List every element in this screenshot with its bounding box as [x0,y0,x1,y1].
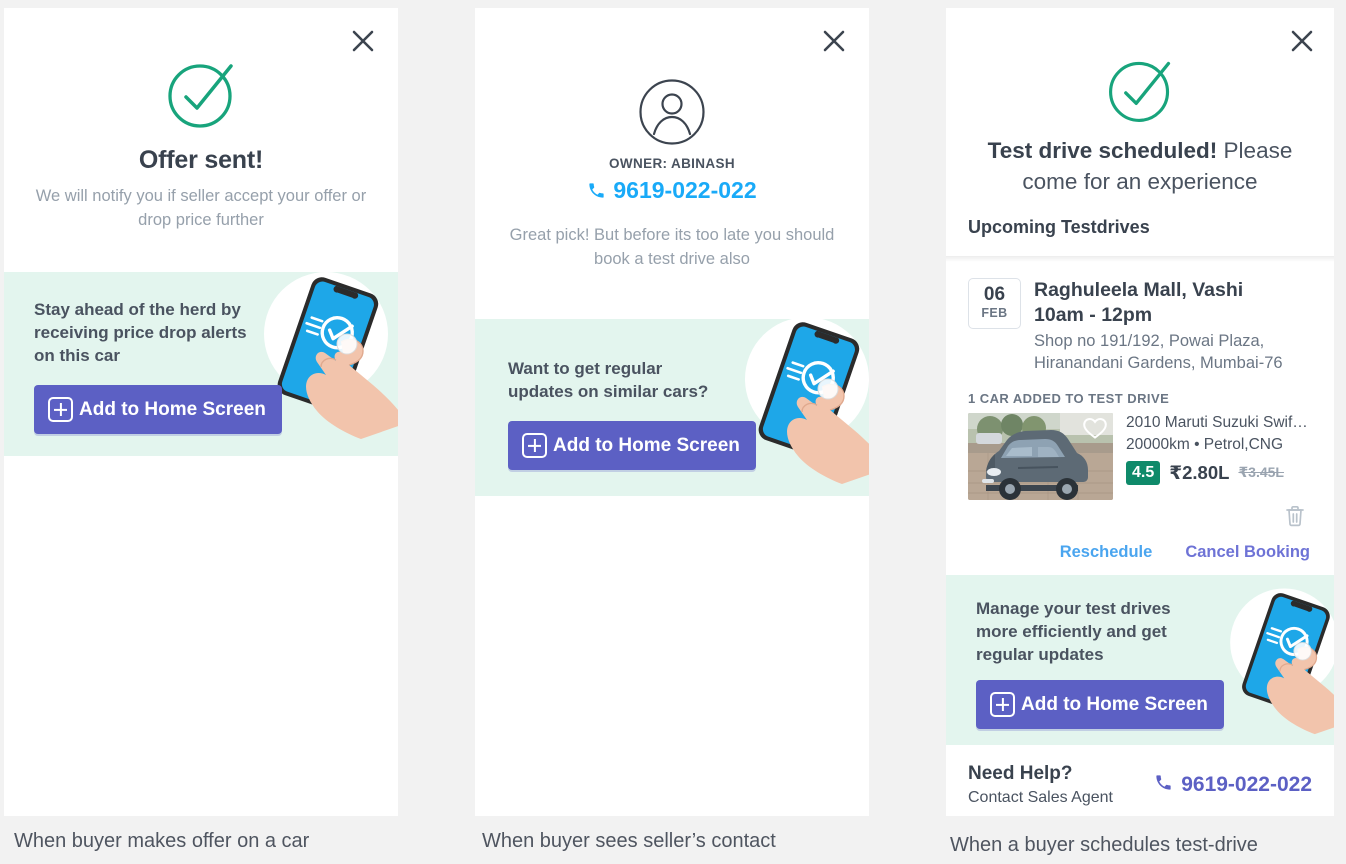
green-check-circle-icon [946,54,1334,128]
testdrive-time: 10am - 12pm [1034,304,1153,327]
sales-agent-phone-link[interactable]: 9619-022-022 [1154,773,1312,798]
section-divider [946,256,1334,263]
promo-banner: Stay ahead of the herd by receiving pric… [4,272,398,456]
phone-icon [587,181,606,200]
testdrive-actions: Reschedule Cancel Booking [946,543,1334,562]
cancel-booking-link[interactable]: Cancel Booking [1185,543,1310,562]
add-to-home-screen-button[interactable]: Add to Home Screen [508,421,756,471]
owner-phone-link[interactable]: 9619-022-022 [475,177,869,204]
testdrive-date-day: 06 [983,284,1006,306]
caption-panel-1: When buyer makes offer on a car [14,830,310,852]
add-box-icon [48,397,73,423]
promo-banner: Manage your test drives more efficiently… [946,575,1334,745]
close-icon[interactable] [1285,24,1319,58]
owner-phone-number: 9619-022-022 [613,177,757,203]
hero-subtitle: Great pick! But before its too late you … [509,226,835,268]
panel-offer-sent: Offer sent! We will notify you if seller… [4,8,398,816]
panel-test-drive-scheduled: Test drive scheduled! Please come for an… [946,8,1334,816]
heart-icon[interactable] [1082,416,1108,445]
caption-panel-2: When buyer sees seller’s contact [482,830,776,852]
car-price-line: 4.5 ₹2.80L ₹3.45L [1126,461,1312,485]
phone-icon [1154,773,1173,798]
car-price: ₹2.80L [1169,461,1230,483]
car-price-original: ₹3.45L [1238,464,1284,481]
add-box-icon [990,692,1015,718]
hand-holding-phone-illustration [1206,585,1334,735]
reschedule-link[interactable]: Reschedule [1060,543,1153,562]
page-title: Offer sent! [138,146,264,174]
car-info: 2010 Maruti Suzuki Swift XLI... 20000km … [1126,413,1312,500]
add-to-home-screen-label: Add to Home Screen [79,398,266,420]
table-row: 2010 Maruti Suzuki Swift XLI... 20000km … [946,412,1334,500]
testdrive-venue: Raghuleela Mall, Vashi [1034,279,1244,302]
hero-test-drive: Test drive scheduled! Please come for an… [946,136,1334,197]
screenshot-stage: Offer sent! We will notify you if seller… [0,0,1346,864]
rating-badge: 4.5 [1126,461,1161,485]
trash-icon[interactable] [1284,504,1306,533]
car-name: 2010 Maruti Suzuki Swift XLI... [1126,413,1312,431]
section-title-upcoming-testdrives: Upcoming Testdrives [968,217,1150,238]
hero-subtitle: We will notify you if seller accept your… [35,187,367,229]
testdrive-address-line-2: Hiranandani Gardens, Mumbai-76 [1034,354,1283,373]
person-avatar-icon [475,78,869,146]
page-title: Test drive scheduled! Please come for an… [976,136,1304,197]
owner-label: OWNER: ABINASH [609,156,735,171]
add-to-home-screen-button[interactable]: Add to Home Screen [34,385,282,435]
panel-seller-contact: OWNER: ABINASH 9619-022-022 Great pick! … [475,8,869,816]
promo-text: Want to get regular updates on similar c… [508,359,709,402]
promo-banner: Want to get regular updates on similar c… [475,317,869,496]
car-delete-row [946,504,1334,533]
close-icon[interactable] [346,24,380,58]
testdrive-booking-row: 06 FEB Raghuleela Mall, Vashi 10am - 12p… [946,278,1334,375]
add-box-icon [522,433,547,459]
testdrive-date-month: FEB [981,306,1008,321]
car-photo-maruti-swift [968,412,1113,500]
promo-text: Manage your test drives more efficiently… [976,599,1171,665]
testdrive-date-badge: 06 FEB [968,278,1021,329]
add-to-home-screen-button[interactable]: Add to Home Screen [976,680,1224,730]
page-title-bold: Test drive scheduled! [987,138,1218,163]
cars-added-label: 1 CAR ADDED TO TEST DRIVE [968,390,1170,406]
promo-text: Stay ahead of the herd by receiving pric… [34,300,247,366]
need-help-bar: Need Help? Contact Sales Agent 9619-022-… [946,748,1334,809]
hero-seller-contact: Great pick! But before its too late you … [475,224,869,272]
green-check-circle-icon [4,56,398,134]
add-to-home-screen-label: Add to Home Screen [553,434,740,456]
close-icon[interactable] [817,24,851,58]
sales-agent-phone-number: 9619-022-022 [1181,773,1312,797]
caption-panel-3: When a buyer schedules test-drive [950,834,1258,856]
car-meta: 20000km • Petrol,CNG [1126,436,1284,454]
need-help-subtitle: Contact Sales Agent [968,788,1113,806]
testdrive-address-line-1: Shop no 191/192, Powai Plaza, [1034,332,1265,351]
need-help-title: Need Help? [968,763,1073,784]
hero-offer-sent: Offer sent! We will notify you if seller… [4,146,398,233]
add-to-home-screen-label: Add to Home Screen [1021,693,1208,715]
